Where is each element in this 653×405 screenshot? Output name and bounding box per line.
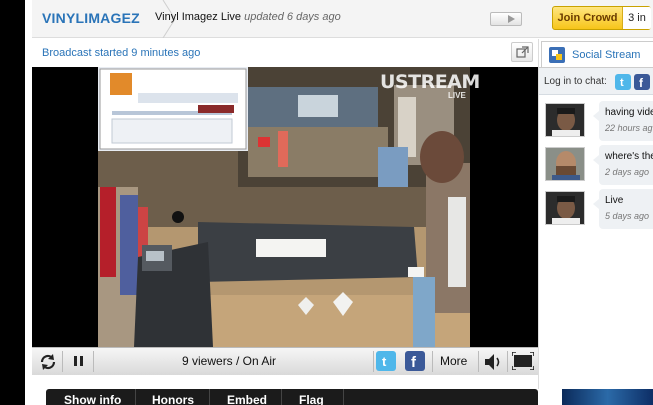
facebook-login-icon[interactable]: f — [634, 74, 650, 90]
user-avatar-image — [546, 192, 584, 224]
play-icon — [508, 15, 515, 23]
volume-button[interactable] — [479, 348, 507, 375]
avatar[interactable] — [545, 147, 585, 181]
tab-honors[interactable]: Honors — [152, 393, 194, 405]
message-text: where's the — [605, 151, 653, 162]
tab-flag[interactable]: Flag — [299, 393, 324, 405]
social-sidebar: Social Stream Log in to chat: t f having — [538, 39, 653, 389]
tab-divider — [135, 389, 136, 405]
join-crowd-button[interactable]: Join Crowd 3 in — [552, 6, 651, 30]
avatar[interactable] — [545, 191, 585, 225]
info-tab-bar: Show info Honors Embed Flag — [46, 389, 538, 405]
user-avatar-image — [546, 104, 584, 136]
facebook-f-icon: f — [639, 76, 644, 90]
video-player[interactable]: USTREAM LIVE — [32, 67, 538, 347]
pause-button[interactable] — [63, 348, 93, 375]
show-title: Vinyl Imagez Live updated 6 days ago — [155, 11, 341, 23]
facebook-icon: f — [405, 351, 425, 371]
crowd-count: 3 in — [623, 7, 651, 29]
tab-divider — [281, 389, 282, 405]
chat-message: having vide 22 hours ag — [539, 101, 653, 145]
chat-login-prompt: Log in to chat: — [544, 76, 607, 87]
more-button[interactable]: More — [440, 354, 467, 368]
chat-message: where's the 2 days ago — [539, 145, 653, 189]
tab-social-stream[interactable]: Social Stream — [541, 41, 653, 67]
ustream-page: VINYLIMAGEZ Vinyl Imagez Live updated 6 … — [0, 0, 653, 405]
tab-embed[interactable]: Embed — [227, 393, 267, 405]
fullscreen-button[interactable] — [508, 348, 538, 375]
tab-show-info[interactable]: Show info — [64, 393, 121, 405]
svg-text:t: t — [382, 354, 387, 369]
pause-icon — [74, 356, 83, 366]
svg-text:f: f — [639, 76, 644, 90]
popout-icon — [516, 46, 529, 58]
show-title-text: Vinyl Imagez Live — [155, 11, 242, 23]
broadcast-bar: Broadcast started 9 minutes ago — [32, 39, 538, 67]
refresh-icon — [40, 354, 56, 370]
avatar[interactable] — [545, 103, 585, 137]
svg-text:t: t — [620, 77, 624, 89]
store-scene-image — [98, 67, 470, 347]
message-time: 22 hours ag — [605, 123, 653, 133]
updated-time: updated 6 days ago — [244, 11, 341, 23]
promo-banner-image[interactable] — [562, 389, 653, 405]
popout-button[interactable] — [511, 42, 533, 62]
social-stream-label: Social Stream — [572, 49, 641, 61]
page-left-edge — [0, 0, 25, 405]
ustream-watermark: USTREAM — [380, 71, 480, 93]
refresh-button[interactable] — [32, 348, 62, 375]
live-video-frame — [98, 67, 470, 347]
twitter-login-icon[interactable]: t — [615, 74, 631, 90]
user-avatar-image — [546, 148, 584, 180]
message-time: 5 days ago — [605, 211, 650, 221]
channel-name-link[interactable]: VINYLIMAGEZ — [42, 10, 140, 26]
speaker-icon — [485, 354, 500, 370]
twitter-bird-icon: t — [620, 77, 624, 89]
facebook-share-button[interactable]: f — [403, 348, 431, 375]
twitter-share-button[interactable]: t — [374, 348, 402, 375]
live-watermark: LIVE — [448, 91, 466, 100]
viewer-count: 9 viewers / On Air — [182, 354, 277, 368]
twitter-icon: t — [376, 351, 396, 371]
social-stream-icon — [549, 47, 565, 63]
join-crowd-label: Join Crowd — [553, 7, 623, 29]
tab-divider — [209, 389, 210, 405]
channel-header: VINYLIMAGEZ Vinyl Imagez Live updated 6 … — [32, 0, 653, 38]
play-next-button[interactable] — [490, 12, 522, 26]
fullscreen-icon — [512, 352, 534, 370]
message-text: Live — [605, 195, 624, 206]
broadcast-status: Broadcast started 9 minutes ago — [42, 47, 201, 59]
tab-divider — [343, 389, 344, 405]
control-divider — [432, 351, 433, 372]
control-divider — [93, 351, 94, 372]
message-time: 2 days ago — [605, 167, 650, 177]
chat-message: Live 5 days ago — [539, 189, 653, 233]
message-text: having vide — [605, 107, 653, 118]
player-controls: 9 viewers / On Air t f More — [32, 347, 538, 375]
chat-login-bar: Log in to chat: t f — [539, 67, 653, 95]
